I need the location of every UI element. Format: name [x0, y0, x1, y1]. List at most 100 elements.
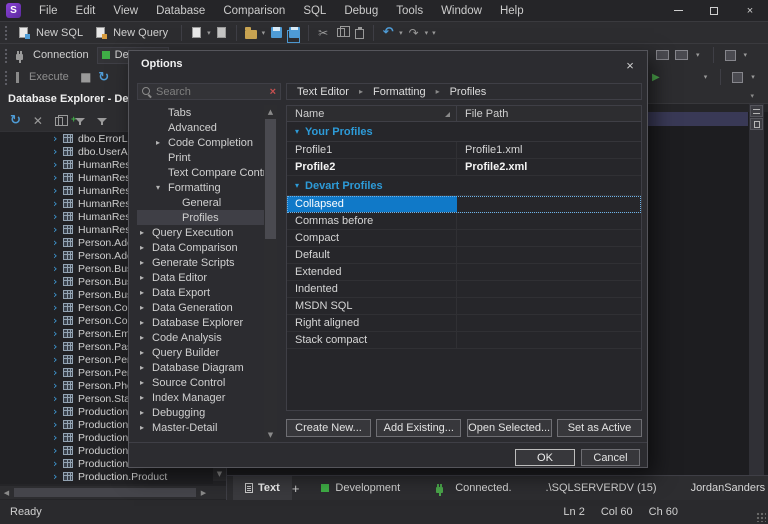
profile-row[interactable]: Collapsed — [287, 196, 641, 213]
editor-scrollbar[interactable] — [749, 104, 764, 475]
breadcrumb-segment[interactable]: Profiles — [450, 86, 487, 98]
chevron-down-icon[interactable]: ▾ — [262, 29, 266, 37]
tree-expand-icon[interactable]: ▸ — [156, 138, 168, 147]
chevron-down-icon[interactable]: ▾ — [751, 73, 755, 81]
chevron-down-icon[interactable]: ▾ — [399, 29, 403, 37]
delete-button[interactable]: ✕ — [33, 114, 43, 128]
profile-action-button[interactable]: Open Selected... — [466, 419, 552, 437]
tree-expand-icon[interactable]: ▸ — [140, 363, 152, 372]
expand-icon[interactable] — [53, 289, 63, 301]
scroll-down-button[interactable]: ▼ — [213, 467, 226, 481]
tree-expand-icon[interactable]: ▸ — [140, 273, 152, 282]
toolbar-grip[interactable] — [4, 25, 8, 40]
options-tree-item[interactable]: ▸ Generate Scripts — [137, 255, 264, 270]
tree-expand-icon[interactable]: ▾ — [156, 183, 168, 192]
expand-icon[interactable] — [53, 198, 63, 210]
profile-action-button[interactable]: Add Existing... — [376, 419, 462, 437]
options-tree-item[interactable]: ▸ Code Completion — [137, 135, 264, 150]
copy-button[interactable] — [332, 24, 351, 42]
scroll-left-button[interactable]: ◀ — [0, 486, 13, 499]
menu-item[interactable]: Database — [147, 0, 214, 22]
profile-row[interactable]: Default — [287, 247, 641, 264]
dialog-close-button[interactable]: × — [621, 56, 639, 74]
menu-item[interactable]: Edit — [67, 0, 105, 22]
tree-expand-icon[interactable]: ▸ — [140, 393, 152, 402]
profile-row[interactable]: Extended — [287, 264, 641, 281]
cancel-button[interactable]: Cancel — [581, 449, 640, 466]
new-document-button[interactable] — [187, 24, 205, 42]
scrollbar-thumb[interactable] — [14, 488, 196, 497]
minimize-button[interactable] — [660, 0, 696, 22]
options-tree-scrollbar[interactable]: ▲ ▼ — [264, 105, 277, 441]
tree-expand-icon[interactable]: ▸ — [140, 288, 152, 297]
explorer-tree-item[interactable]: Production.Product — [0, 470, 213, 483]
expand-icon[interactable] — [53, 367, 63, 379]
profile-action-button[interactable]: Set as Active — [556, 419, 642, 437]
breadcrumb-segment[interactable]: Formatting — [373, 86, 426, 98]
menu-item[interactable]: Window — [432, 0, 491, 22]
options-tree-item[interactable]: ▸ Master-Detail — [137, 420, 264, 435]
split-editor-button[interactable] — [750, 105, 763, 117]
expand-icon[interactable] — [53, 458, 63, 470]
toolbar-grip[interactable] — [4, 47, 8, 63]
profile-row[interactable]: Compact — [287, 230, 641, 247]
options-tree-item[interactable]: General — [137, 195, 264, 210]
tab-list-chevron-icon[interactable]: ▾ — [750, 92, 754, 100]
save-all-button[interactable] — [285, 24, 303, 43]
tree-expand-icon[interactable]: ▸ — [140, 378, 152, 387]
compare-left-icon[interactable] — [656, 50, 669, 60]
tree-expand-icon[interactable]: ▸ — [140, 303, 152, 312]
user-name[interactable]: JordanSanders — [679, 476, 768, 501]
maximize-button[interactable] — [696, 0, 732, 22]
tree-expand-icon[interactable]: ▸ — [140, 423, 152, 432]
expand-icon[interactable] — [53, 432, 63, 444]
expand-icon[interactable] — [53, 224, 63, 236]
scroll-down-button[interactable]: ▼ — [264, 428, 277, 441]
options-tree-item[interactable]: ▸ Query Builder — [137, 345, 264, 360]
scroll-up-button[interactable]: ▲ — [264, 105, 277, 118]
options-tree-item[interactable]: Advanced — [137, 120, 264, 135]
profile-row[interactable]: Profile2 Profile2.xml — [287, 159, 641, 176]
column-header-name[interactable]: Name — [287, 106, 457, 121]
new-query-button[interactable]: New Query — [113, 27, 168, 39]
profile-group-header[interactable]: Devart Profiles — [287, 176, 641, 196]
options-tree-item[interactable]: ▸ Debugging — [137, 405, 264, 420]
layout-grid-icon[interactable] — [724, 49, 736, 61]
options-tree-item[interactable]: Profiles — [137, 210, 264, 225]
options-tree-item[interactable]: ▸ Index Manager — [137, 390, 264, 405]
chevron-down-icon[interactable]: ▾ — [696, 51, 700, 59]
menu-item[interactable]: Debug — [335, 0, 387, 22]
options-tree-item[interactable]: ▸ Code Analysis — [137, 330, 264, 345]
expand-icon[interactable] — [53, 471, 63, 483]
tab-text-view[interactable]: Text — [233, 475, 292, 501]
filter-button[interactable] — [96, 118, 107, 125]
chevron-down-icon[interactable]: ▾ — [207, 29, 211, 37]
breadcrumb-segment[interactable]: Text Editor — [297, 86, 349, 98]
menu-item[interactable]: Comparison — [214, 0, 294, 22]
profile-row[interactable]: Indented — [287, 281, 641, 298]
options-tree-item[interactable]: ▸ Data Generation — [137, 300, 264, 315]
new-object-button[interactable] — [213, 24, 231, 42]
expand-icon[interactable] — [53, 133, 63, 145]
filter-add-button[interactable] — [71, 114, 85, 125]
profile-group-header[interactable]: Your Profiles — [287, 122, 641, 142]
menu-item[interactable]: File — [30, 0, 67, 22]
new-sql-button[interactable]: New SQL — [36, 27, 83, 39]
expand-icon[interactable] — [53, 315, 63, 327]
tree-expand-icon[interactable]: ▸ — [140, 228, 152, 237]
profile-row[interactable]: MSDN SQL — [287, 298, 641, 315]
tree-expand-icon[interactable]: ▸ — [140, 258, 152, 267]
connection-status[interactable]: Connected. — [422, 476, 523, 501]
chevron-down-icon[interactable]: ▾ — [425, 29, 429, 37]
options-tree-item[interactable]: ▸ Data Export — [137, 285, 264, 300]
expand-icon[interactable] — [53, 380, 63, 392]
expand-icon[interactable] — [53, 159, 63, 171]
expand-icon[interactable] — [53, 211, 63, 223]
tree-expand-icon[interactable]: ▸ — [140, 243, 152, 252]
options-tree-item[interactable]: Text Compare Control — [137, 165, 264, 180]
profile-row[interactable]: Profile1 Profile1.xml — [287, 142, 641, 159]
options-tree-item[interactable]: Tabs — [137, 105, 264, 120]
toolbar-grip[interactable] — [4, 69, 8, 85]
ok-button[interactable]: OK — [515, 449, 575, 466]
save-button[interactable] — [267, 24, 285, 42]
